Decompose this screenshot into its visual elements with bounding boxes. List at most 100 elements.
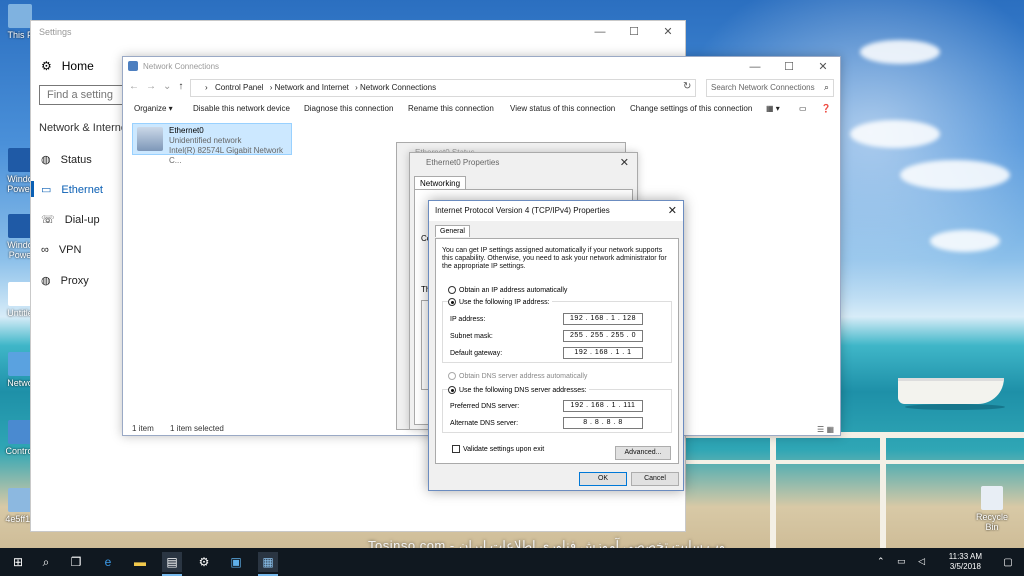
boat [898, 378, 1004, 404]
adapter-ethernet0[interactable]: Ethernet0 Unidentified network Intel(R) … [132, 123, 292, 165]
radio-off [448, 372, 456, 380]
alternate-dns-label: Alternate DNS server: [450, 420, 519, 427]
ok-button[interactable]: OK [579, 472, 627, 486]
minimize-button[interactable]: — [738, 57, 772, 77]
control-panel-icon [8, 420, 32, 444]
network-connections-icon [128, 61, 138, 71]
alternate-dns-input[interactable]: 8 . 8 . 8 . 8 [563, 417, 643, 429]
network-adapter-icon [137, 127, 163, 151]
minimize-button[interactable]: — [583, 21, 617, 43]
ipv4-description: You can get IP settings assigned automat… [442, 247, 667, 270]
ip-address-input[interactable]: 192 . 168 . 1 . 128 [563, 313, 643, 325]
close-button[interactable]: ✕ [651, 21, 685, 43]
default-gateway-input[interactable]: 192 . 168 . 1 . 1 [563, 347, 643, 359]
disable-device-button[interactable]: Disable this network device [193, 104, 290, 113]
breadcrumb-separator: › [205, 83, 208, 92]
system-tray-icons[interactable]: ⌃ ▭ ◁ [877, 556, 930, 567]
settings-search-input[interactable] [39, 85, 125, 105]
validate-settings-checkbox[interactable]: Validate settings upon exit [452, 445, 544, 453]
advanced-button[interactable]: Advanced... [615, 446, 671, 460]
rename-button[interactable]: Rename this connection [408, 104, 494, 113]
item-count: 1 item [132, 424, 154, 433]
close-button[interactable]: ✕ [668, 201, 677, 221]
search-icon[interactable]: ⌕ [36, 552, 56, 572]
start-button[interactable]: ⊞ [8, 552, 28, 572]
address-row: ←→⌄↑ › Control Panel › Network and Inter… [123, 79, 840, 97]
settings-nav-proxy[interactable]: ◍ Proxy [41, 274, 89, 288]
view-options-icon[interactable]: ▦ ▾ [766, 104, 780, 113]
clock[interactable]: 11:33 AM 3/5/2018 [949, 552, 982, 572]
image-file-icon [8, 488, 32, 512]
maximize-button[interactable]: ☐ [617, 21, 651, 43]
radio-on [448, 298, 456, 306]
document-icon [8, 282, 32, 306]
settings-home[interactable]: ⚙ Home [41, 59, 94, 73]
store-icon[interactable]: ▣ [226, 552, 246, 572]
server-manager-icon[interactable]: ▤ [162, 552, 182, 576]
file-explorer-icon[interactable]: ▬ [130, 552, 150, 572]
breadcrumb-network-internet[interactable]: Network and Internet [275, 83, 349, 92]
help-icon[interactable]: ❓ [821, 104, 831, 113]
view-mode-icons[interactable]: ☰ ▦ [817, 425, 834, 434]
address-bar[interactable]: › Control Panel › Network and Internet ›… [190, 79, 696, 97]
search-icon: ⌕ [823, 82, 829, 92]
edge-icon[interactable]: e [98, 552, 118, 572]
task-view-icon[interactable]: ❐ [66, 552, 86, 572]
ethprops-title-bar: Ethernet0 Properties ✕ [410, 153, 637, 173]
settings-nav-status[interactable]: ◍ Status [41, 153, 92, 167]
network-icon [8, 352, 32, 376]
use-following-ip-radio[interactable]: Use the following IP address: [448, 298, 552, 306]
taskbar: ⊞ ⌕ ❐ e ▬ ▤ ⚙ ▣ ▦ ⌃ ▭ ◁ 11:33 AM 3/5/201… [0, 548, 1024, 576]
checkbox-unchecked [452, 445, 460, 453]
use-following-dns-radio[interactable]: Use the following DNS server addresses: [448, 386, 589, 394]
recycle-bin-icon [981, 486, 1003, 510]
cloud [860, 40, 940, 64]
netconn-search-input[interactable]: Search Network Connections ⌕ [706, 79, 834, 97]
preferred-dns-input[interactable]: 192 . 168 . 1 . 111 [563, 400, 643, 412]
breadcrumb-control-panel[interactable]: Control Panel [215, 83, 263, 92]
maximize-button[interactable]: ☐ [772, 57, 806, 77]
network-connections-task-icon[interactable]: ▦ [258, 552, 278, 576]
change-settings-button[interactable]: Change settings of this connection [630, 104, 752, 113]
adapter-status: Unidentified network [169, 136, 242, 145]
up-arrow-icon[interactable]: ↑ [178, 81, 190, 92]
default-gateway-label: Default gateway: [450, 350, 503, 357]
breadcrumb-network-connections[interactable]: Network Connections [360, 83, 436, 92]
command-bar: Organize ▾ Disable this network device D… [123, 101, 840, 117]
preview-pane-icon[interactable]: ▭ [799, 104, 807, 113]
view-status-button[interactable]: View status of this connection [510, 104, 615, 113]
settings-nav-ethernet[interactable]: ▭ Ethernet [31, 181, 103, 197]
tab-general[interactable]: General [435, 225, 470, 237]
gear-icon: ⚙ [41, 59, 52, 73]
obtain-ip-auto-radio[interactable]: Obtain an IP address automatically [448, 286, 567, 294]
refresh-icon[interactable]: ↻ [683, 81, 691, 92]
ipv4-title-bar: Internet Protocol Version 4 (TCP/IPv4) P… [429, 201, 683, 221]
close-button[interactable]: ✕ [620, 153, 629, 173]
cancel-button[interactable]: Cancel [631, 472, 679, 486]
tab-networking[interactable]: Networking [414, 176, 467, 190]
back-arrow-icon[interactable]: ← [129, 81, 146, 92]
desktop-icon-recycle-bin[interactable]: Recycle Bin [972, 486, 1012, 532]
settings-nav-vpn[interactable]: ∞ VPN [41, 244, 81, 256]
obtain-dns-auto-radio[interactable]: Obtain DNS server address automatically [448, 372, 587, 380]
subnet-mask-label: Subnet mask: [450, 333, 493, 340]
subnet-mask-input[interactable]: 255 . 255 . 255 . 0 [563, 330, 643, 342]
diagnose-button[interactable]: Diagnose this connection [304, 104, 393, 113]
powershell-icon [8, 214, 32, 238]
close-button[interactable]: ✕ [806, 57, 840, 77]
netconn-status-bar: 1 item 1 item selected [132, 424, 238, 433]
organize-menu[interactable]: Organize ▾ [134, 104, 173, 113]
forward-arrow-icon[interactable]: → [146, 81, 163, 92]
notification-icon[interactable]: ▢ [998, 552, 1018, 572]
deck-rail [686, 460, 1024, 464]
settings-gear-icon[interactable]: ⚙ [194, 552, 214, 572]
powershell-icon [8, 148, 32, 172]
clock-time: 11:33 AM [948, 552, 982, 561]
nav-arrows: ←→⌄↑ [129, 81, 190, 92]
settings-nav-dialup[interactable]: ☏ Dial-up [41, 213, 100, 227]
globe-icon: ◍ [41, 275, 51, 287]
phone-icon: ☏ [41, 214, 55, 226]
recent-chevron-icon[interactable]: ⌄ [163, 81, 178, 92]
deck-post [880, 432, 886, 548]
cloud [930, 230, 1000, 252]
